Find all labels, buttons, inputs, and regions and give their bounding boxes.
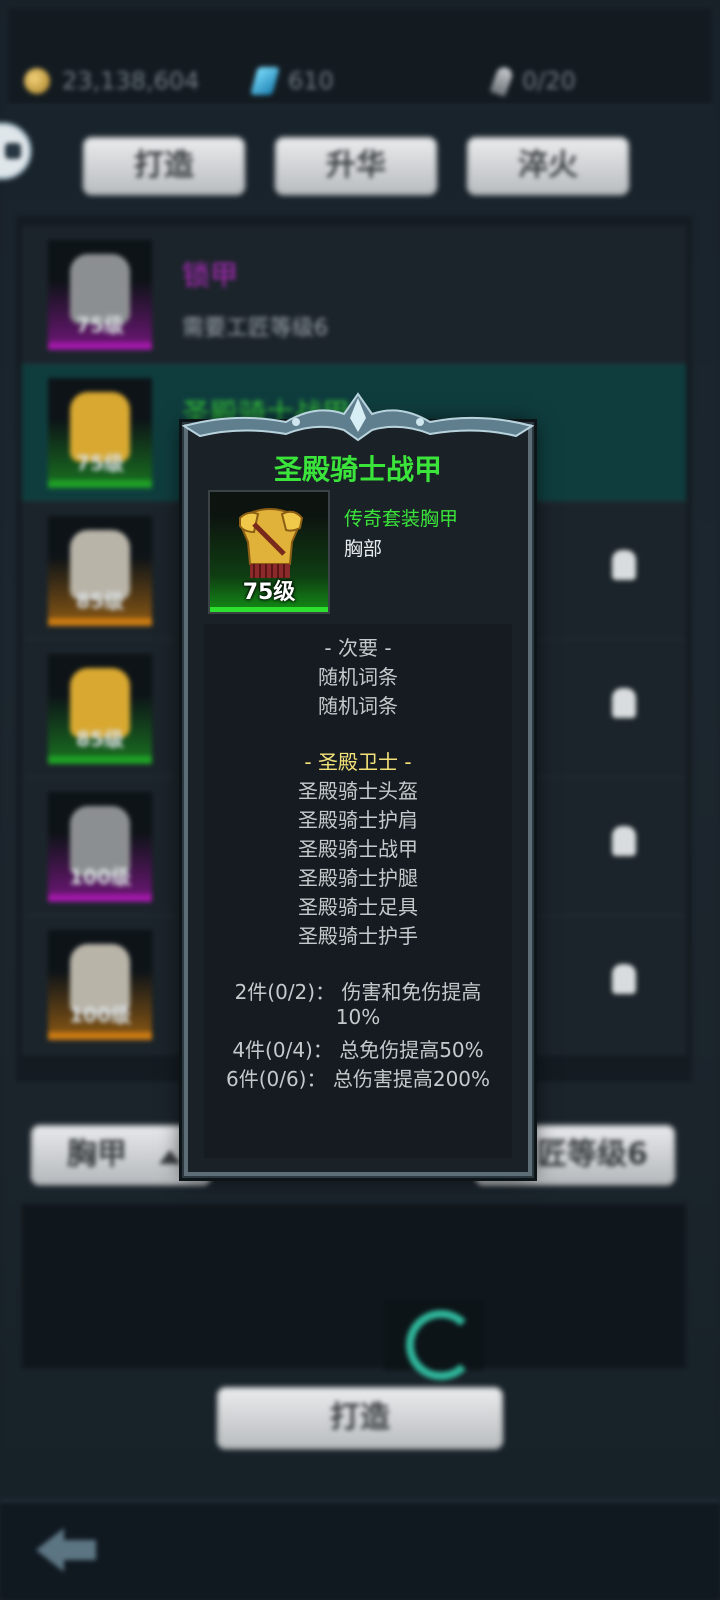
recipe-requirement: 需要工匠等级6	[182, 316, 328, 341]
craft-level-label: 匠等级6	[537, 1137, 648, 1172]
lock-icon	[612, 826, 636, 856]
recipe-level: 85级	[76, 589, 124, 613]
set-bonus: 2件(0/2)： 伤害和免伤提高	[234, 980, 482, 1004]
set-bonus: 4件(0/4)： 总免伤提高50%	[232, 1038, 484, 1062]
secondary-header: - 次要 -	[324, 636, 392, 660]
craft-button[interactable]: 打造	[216, 1386, 504, 1450]
recipe-level: 75级	[76, 451, 124, 475]
tab-quench[interactable]: 淬火	[466, 136, 630, 196]
set-bonus: 6件(0/6)： 总伤害提高200%	[225, 1067, 491, 1091]
feather-counter: 0/20	[489, 64, 576, 98]
recipe-level: 100级	[69, 865, 131, 889]
set-item: 圣殿骑士头盔	[298, 779, 418, 803]
back-arrow-icon[interactable]	[34, 1524, 98, 1576]
set-item: 圣殿骑士护肩	[298, 808, 418, 832]
recipe-level: 85级	[76, 727, 124, 751]
recipe-thumbnail: 75级	[48, 240, 152, 350]
gold-amount: 23,138,604	[62, 67, 200, 95]
gold-coin-icon	[24, 68, 50, 94]
gold-counter: 23,138,604	[24, 64, 199, 98]
lock-icon	[612, 964, 636, 994]
feather-amount: 0/20	[522, 67, 576, 95]
recipe-level: 75级	[76, 313, 124, 337]
tab-sublimate[interactable]: 升华	[274, 136, 438, 196]
recipe-name: 锁甲	[182, 259, 239, 292]
feather-icon	[489, 65, 515, 97]
recipe-thumbnail: 100级	[48, 792, 152, 902]
recipe-thumbnail: 75级	[48, 378, 152, 488]
set-item: 圣殿骑士足具	[298, 895, 418, 919]
recipe-row[interactable]: 75级 锁甲需要工匠等级6	[22, 226, 686, 364]
swirl-material-icon	[384, 1300, 484, 1380]
gem-amount: 610	[288, 67, 334, 95]
bottom-bar	[0, 1500, 720, 1600]
gem-counter: 610	[250, 64, 334, 98]
recipe-thumbnail: 85级	[48, 654, 152, 764]
item-slot: 胸部	[344, 538, 383, 560]
chat-bubble-icon[interactable]	[0, 122, 32, 180]
recipe-level: 100级	[69, 1003, 131, 1027]
recipe-thumbnail: 85级	[48, 516, 152, 626]
recipe-thumbnail: 100级	[48, 930, 152, 1040]
gem-icon	[250, 67, 280, 95]
item-type: 传奇套装胸甲	[344, 508, 459, 530]
item-tooltip: 圣殿骑士战甲 75级 传奇套装胸甲 胸部 - 次要 - 随机词条 随机词条 - …	[182, 422, 534, 1178]
sort-up-icon	[159, 1150, 182, 1164]
item-name: 圣殿骑士战甲	[273, 453, 442, 486]
set-name-header: - 圣殿卫士 -	[304, 750, 412, 774]
secondary-affix: 随机词条	[318, 665, 398, 689]
item-icon-frame: 75级	[208, 490, 330, 614]
lock-icon	[612, 688, 636, 718]
set-item: 圣殿骑士护手	[298, 924, 418, 948]
set-bonus: 10%	[335, 1005, 381, 1029]
set-item: 圣殿骑士战甲	[298, 837, 418, 861]
set-item: 圣殿骑士护腿	[298, 866, 418, 890]
tooltip-crown-ornament	[181, 392, 535, 442]
slot-filter-label: 胸甲	[67, 1137, 127, 1172]
material-area	[22, 1204, 686, 1368]
tab-craft[interactable]: 打造	[82, 136, 246, 196]
lock-icon	[612, 550, 636, 580]
secondary-affix: 随机词条	[318, 694, 398, 718]
item-level: 75级	[242, 580, 296, 605]
item-stats: - 次要 - 随机词条 随机词条 - 圣殿卫士 - 圣殿骑士头盔 圣殿骑士护肩 …	[204, 624, 512, 1158]
